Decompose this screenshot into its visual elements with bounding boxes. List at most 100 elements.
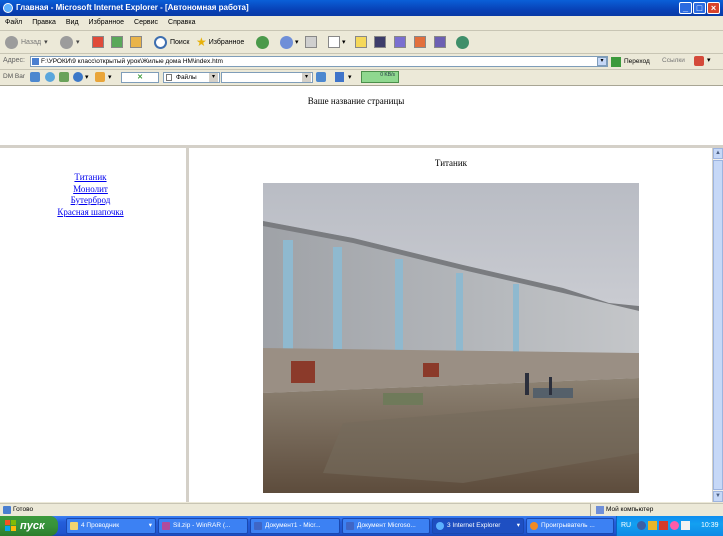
tray-antivirus-icon[interactable]	[659, 521, 668, 530]
minimize-button[interactable]: _	[679, 2, 692, 14]
menu-edit[interactable]: Правка	[27, 16, 61, 30]
dm-globe-icon[interactable]	[45, 72, 55, 82]
task-document-microsoft[interactable]: Документ Microso...	[342, 518, 430, 534]
browser-content: Ваше название страницы Титаник Монолит Б…	[0, 86, 723, 502]
dmbar-label: DM Bar	[3, 73, 26, 80]
history-button[interactable]	[256, 34, 269, 50]
scroll-up-button[interactable]: ▲	[713, 148, 723, 159]
stop-button[interactable]	[92, 34, 104, 50]
research-button[interactable]	[374, 34, 386, 50]
vertical-scrollbar[interactable]: ▲ ▼	[712, 148, 723, 502]
task-explorer[interactable]: 4 Проводник ▾	[66, 518, 156, 534]
discuss-icon	[355, 36, 367, 48]
address-input[interactable]: F:\УРОКИ\9 класс\открытый урок\Жилые дом…	[30, 56, 608, 67]
nav-links: Титаник Монолит Бутерброд Красная шапочк…	[0, 172, 181, 218]
scroll-down-button[interactable]: ▼	[713, 491, 723, 502]
dm-settings-dropdown-icon[interactable]: ▾	[108, 73, 112, 81]
task-internet-explorer[interactable]: 3 Internet Explorer ▾	[432, 518, 524, 534]
dm-ie-icon[interactable]	[73, 72, 83, 82]
edit-button[interactable]: ▾	[328, 34, 346, 50]
maximize-button[interactable]: □	[693, 2, 706, 14]
dm-dropdown-icon[interactable]: ▾	[85, 73, 89, 81]
close-button[interactable]: ×	[707, 2, 720, 14]
go-arrow-icon	[611, 56, 621, 67]
search-label: Поиск	[170, 38, 190, 46]
nav-link-krasnaya-shapochka[interactable]: Красная шапочка	[0, 207, 181, 219]
tray-warning-icon[interactable]	[648, 521, 657, 530]
dm-url-combo[interactable]: ▾	[221, 72, 313, 83]
files-select[interactable]: Файлы ▾	[163, 72, 220, 83]
forward-arrow-icon	[60, 35, 73, 49]
address-dropdown-button[interactable]: ▾	[597, 57, 607, 66]
task-label: Документ1 - Micr...	[265, 522, 321, 529]
folder-icon	[70, 522, 78, 530]
menu-favorites[interactable]: Избранное	[84, 16, 129, 30]
tool-button-3[interactable]	[456, 34, 469, 50]
chevron-down-icon[interactable]: ▾	[707, 56, 711, 64]
page-icon	[32, 58, 39, 65]
extension-icon[interactable]	[694, 56, 704, 66]
messenger-icon	[394, 36, 406, 48]
scroll-thumb[interactable]	[713, 160, 723, 490]
back-label: Назад	[21, 38, 42, 46]
tray-display-icon[interactable]	[681, 521, 690, 530]
star-icon: ★	[196, 35, 207, 49]
search-button[interactable]: Поиск	[154, 34, 189, 50]
discuss-button[interactable]	[355, 34, 367, 50]
dm-settings-icon[interactable]	[95, 72, 105, 82]
start-label: пуск	[20, 520, 45, 532]
task-winrar[interactable]: Sil.zip - WinRAR (...	[158, 518, 248, 534]
plugin-icon	[434, 36, 446, 48]
menu-file[interactable]: Файл	[0, 16, 27, 30]
start-button[interactable]: пуск	[0, 516, 58, 536]
menu-help[interactable]: Справка	[163, 16, 200, 30]
nav-link-titanic[interactable]: Титаник	[0, 172, 181, 184]
status-bar: Готово Мой компьютер	[0, 503, 723, 517]
back-button[interactable]: Назад ▾	[5, 34, 48, 50]
building-photo	[263, 183, 639, 493]
messenger-button[interactable]	[394, 34, 406, 50]
menu-tools[interactable]: Сервис	[129, 16, 163, 30]
dm-refresh-icon[interactable]	[59, 72, 69, 82]
top-frame: Ваше название страницы	[0, 86, 723, 148]
dm-download-icon[interactable]	[30, 72, 40, 82]
tool-button-2[interactable]	[434, 34, 446, 50]
tool-button-1[interactable]	[414, 34, 426, 50]
dm-download-dropdown-icon[interactable]: ▾	[348, 73, 352, 81]
forward-button[interactable]: ▾	[60, 34, 80, 50]
links-label[interactable]: Ссылки	[662, 57, 685, 64]
home-button[interactable]	[130, 34, 142, 50]
status-text: Готово	[13, 506, 34, 513]
address-bar: Адрес: F:\УРОКИ\9 класс\открытый урок\Жи…	[0, 54, 723, 70]
media-player-icon	[530, 522, 538, 530]
print-icon	[305, 36, 317, 48]
nav-link-monolit[interactable]: Монолит	[0, 184, 181, 196]
left-nav-frame: Титаник Монолит Бутерброд Красная шапочк…	[0, 148, 189, 502]
title-bar: Главная - Microsoft Internet Explorer - …	[0, 0, 723, 16]
dm-download-arrow-icon[interactable]	[335, 72, 344, 82]
menu-view[interactable]: Вид	[61, 16, 84, 30]
tray-network-icon[interactable]	[637, 521, 646, 530]
tray-app-icon[interactable]	[670, 521, 679, 530]
dm-search-icon[interactable]	[316, 72, 326, 82]
dm-cancel-button[interactable]: ✕	[121, 72, 159, 83]
search-icon	[154, 35, 167, 49]
dm-speed-text: 0 KB/s	[380, 72, 395, 78]
dm-speed-meter: 0 KB/s	[361, 71, 399, 83]
task-document1[interactable]: Документ1 - Micr...	[250, 518, 340, 534]
my-computer-icon	[596, 506, 604, 514]
mail-button[interactable]: ▾	[280, 34, 299, 50]
address-label: Адрес:	[3, 57, 25, 64]
task-media-player[interactable]: Проигрыватель ...	[526, 518, 614, 534]
edit-icon	[328, 36, 340, 48]
nav-link-buterbrod[interactable]: Бутерброд	[0, 195, 181, 207]
language-indicator[interactable]: RU	[621, 522, 631, 529]
refresh-button[interactable]	[111, 34, 123, 50]
taskbar: пуск 4 Проводник ▾ Sil.zip - WinRAR (... …	[0, 516, 723, 536]
page-heading: Ваше название страницы	[307, 96, 405, 106]
go-button[interactable]: Переход	[611, 56, 650, 67]
windows-logo-icon	[5, 520, 16, 531]
address-value: F:\УРОКИ\9 класс\открытый урок\Жилые дом…	[41, 58, 223, 65]
favorites-button[interactable]: ★ Избранное	[196, 34, 244, 50]
print-button[interactable]	[305, 34, 317, 50]
